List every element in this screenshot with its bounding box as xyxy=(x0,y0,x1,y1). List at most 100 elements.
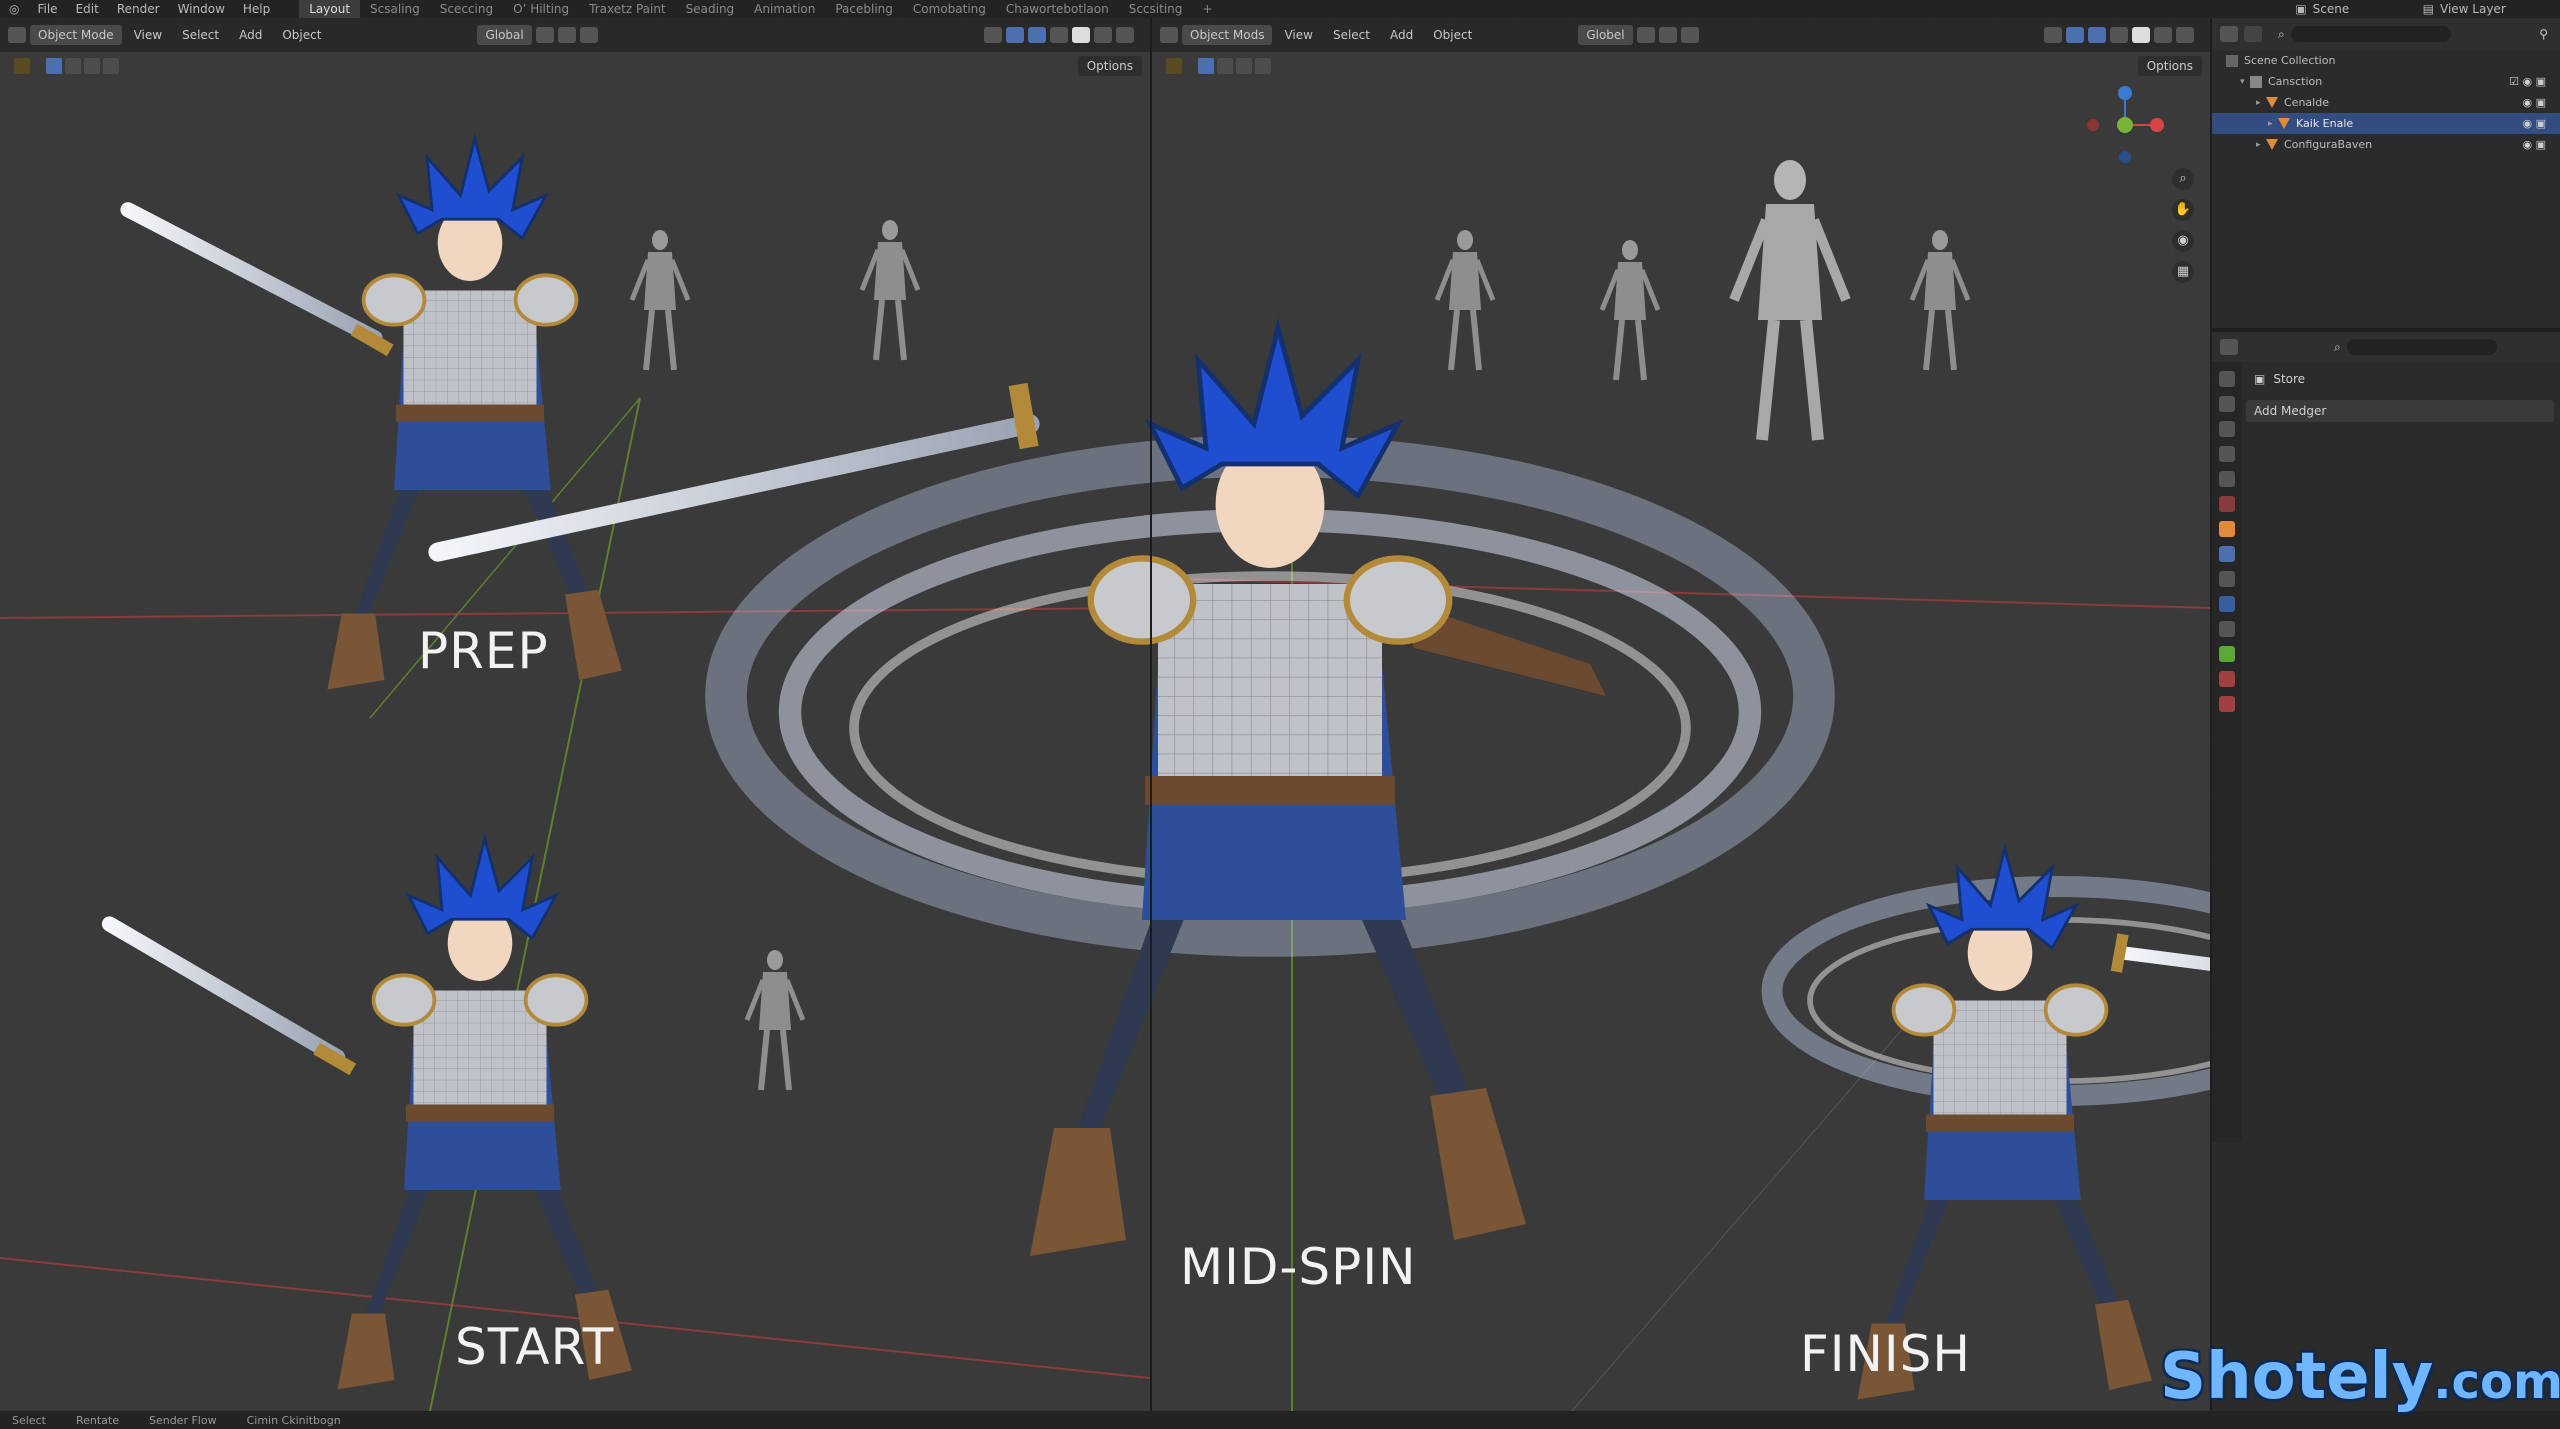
editor-type-icon[interactable] xyxy=(2220,339,2238,355)
gizmo-neg-z-axis[interactable] xyxy=(2119,151,2131,163)
object-tab-icon[interactable] xyxy=(2219,521,2235,537)
tab-workspace-9[interactable]: Comobating xyxy=(903,0,996,18)
select-extend-icon[interactable] xyxy=(65,58,81,74)
menu-object[interactable]: Object xyxy=(274,25,329,45)
texture-tab-icon[interactable] xyxy=(2219,696,2235,712)
menu-select[interactable]: Select xyxy=(1325,25,1378,45)
menu-view[interactable]: View xyxy=(126,25,170,45)
visibility-eye-icon[interactable]: ◉ ▣ xyxy=(2523,138,2547,151)
zoom-icon[interactable]: ⌕ xyxy=(2172,168,2194,190)
select-new-icon[interactable] xyxy=(1198,58,1214,74)
camera-icon[interactable]: ◉ xyxy=(2172,230,2194,252)
gizmo-neg-x-axis[interactable] xyxy=(2087,119,2099,131)
gizmo-toggle-icon[interactable] xyxy=(2066,27,2084,43)
visibility-eye-icon[interactable]: ◉ ▣ xyxy=(2523,96,2547,109)
mode-selector[interactable]: Object Mode xyxy=(30,25,122,45)
outliner-item[interactable]: ▸ ConfiguraBaven ◉ ▣ xyxy=(2212,134,2560,155)
scene-selector[interactable]: Scene xyxy=(2313,2,2423,16)
select-intersect-icon[interactable] xyxy=(103,58,119,74)
editor-type-icon[interactable] xyxy=(1160,27,1178,43)
pivot-icon[interactable] xyxy=(1636,27,1655,43)
material-tab-icon[interactable] xyxy=(2219,671,2235,687)
proportional-icon[interactable] xyxy=(1680,27,1699,43)
overlay-toggle-icon[interactable] xyxy=(1028,27,1046,43)
tab-workspace-5[interactable]: Traxetz Paint xyxy=(579,0,675,18)
select-extend-icon[interactable] xyxy=(1217,58,1233,74)
select-new-icon[interactable] xyxy=(46,58,62,74)
expand-arrow-icon[interactable]: ▸ xyxy=(2256,140,2266,150)
gizmo-y-axis[interactable] xyxy=(2117,117,2133,133)
proportional-icon[interactable] xyxy=(579,27,598,43)
search-icon[interactable]: ⌕ xyxy=(2278,27,2285,42)
snap-icon[interactable] xyxy=(1658,27,1677,43)
xray-icon[interactable] xyxy=(2110,27,2128,43)
editor-type-icon[interactable] xyxy=(8,27,26,43)
gizmo-toggle-icon[interactable] xyxy=(1006,27,1024,43)
options-button[interactable]: Options xyxy=(1077,56,1142,76)
visibility-eye-icon[interactable]: ☑ ◉ ▣ xyxy=(2509,75,2546,88)
gizmo-z-axis[interactable] xyxy=(2118,86,2132,100)
menu-add[interactable]: Add xyxy=(231,25,270,45)
world-tab-icon[interactable] xyxy=(2219,496,2235,512)
options-button[interactable]: Options xyxy=(2137,56,2202,76)
tab-workspace-10[interactable]: Chawortebotlaon xyxy=(996,0,1119,18)
visibility-icon[interactable] xyxy=(2044,27,2062,43)
filter-icon[interactable]: ⚲ xyxy=(2539,27,2548,41)
view-layer-tab-icon[interactable] xyxy=(2219,446,2235,462)
scene-tab-icon[interactable] xyxy=(2219,471,2235,487)
pivot-icon[interactable] xyxy=(535,27,554,43)
menu-edit[interactable]: Edit xyxy=(67,0,108,18)
menu-render[interactable]: Render xyxy=(108,0,169,18)
grid-view-icon[interactable]: ▦ xyxy=(2172,261,2194,283)
shading-material-icon[interactable] xyxy=(1094,27,1112,43)
menu-help[interactable]: Help xyxy=(234,0,279,18)
shading-rendered-icon[interactable] xyxy=(2176,27,2194,43)
viewport-right[interactable]: Object Mods View Select Add Object Globe… xyxy=(1152,18,2210,1411)
constraints-tab-icon[interactable] xyxy=(2219,621,2235,637)
tab-workspace-8[interactable]: Pacebling xyxy=(825,0,903,18)
menu-object[interactable]: Object xyxy=(1425,25,1480,45)
viewport-left[interactable]: Object Mode View Select Add Object Globa… xyxy=(0,18,1150,1411)
visibility-icon[interactable] xyxy=(984,27,1002,43)
select-subtract-icon[interactable] xyxy=(84,58,100,74)
tab-layout[interactable]: Layout xyxy=(299,0,361,18)
tool-icon[interactable] xyxy=(1166,58,1182,74)
properties-search-input[interactable] xyxy=(2346,339,2497,355)
outliner-scene-collection[interactable]: Scene Collection xyxy=(2212,50,2560,71)
object-name-field[interactable]: ▣ Store xyxy=(2246,368,2554,390)
transform-orientation[interactable]: Global xyxy=(477,25,532,45)
menu-window[interactable]: Window xyxy=(169,0,234,18)
tab-workspace-3[interactable]: Sceccing xyxy=(430,0,503,18)
select-subtract-icon[interactable] xyxy=(1236,58,1252,74)
shading-solid-icon[interactable] xyxy=(2132,27,2150,43)
menu-add[interactable]: Add xyxy=(1382,25,1421,45)
shading-rendered-icon[interactable] xyxy=(1116,27,1134,43)
snap-icon[interactable] xyxy=(557,27,576,43)
view-layer-selector[interactable]: View Layer xyxy=(2440,2,2560,16)
outliner-item[interactable]: ▸ Cenalde ◉ ▣ xyxy=(2212,92,2560,113)
mode-selector[interactable]: Object Mods xyxy=(1182,25,1273,45)
editor-type-icon[interactable] xyxy=(2220,26,2238,42)
outliner-collection[interactable]: ▾ Cansction ☑ ◉ ▣ xyxy=(2212,71,2560,92)
expand-arrow-icon[interactable]: ▸ xyxy=(2256,98,2266,108)
search-icon[interactable]: ⌕ xyxy=(2334,340,2341,355)
tool-icon[interactable] xyxy=(14,58,30,74)
shading-material-icon[interactable] xyxy=(2154,27,2172,43)
tab-workspace-2[interactable]: Scsaling xyxy=(360,0,430,18)
tab-animation[interactable]: Animation xyxy=(744,0,825,18)
tab-workspace-11[interactable]: Sccsiting xyxy=(1119,0,1193,18)
gizmo-x-axis[interactable] xyxy=(2150,118,2164,132)
add-modifier-button[interactable]: Add Medger xyxy=(2246,400,2554,422)
select-intersect-icon[interactable] xyxy=(1255,58,1271,74)
outliner-item-selected[interactable]: ▸ Kaik Enale ◉ ▣ xyxy=(2212,113,2560,134)
add-workspace-button[interactable]: + xyxy=(1192,0,1222,18)
expand-arrow-icon[interactable]: ▾ xyxy=(2240,77,2250,87)
xray-icon[interactable] xyxy=(1050,27,1068,43)
tab-workspace-6[interactable]: Seading xyxy=(676,0,745,18)
navigation-gizmo[interactable] xyxy=(2085,85,2165,165)
output-tab-icon[interactable] xyxy=(2219,421,2235,437)
outliner-search-input[interactable] xyxy=(2290,26,2451,42)
overlay-toggle-icon[interactable] xyxy=(2088,27,2106,43)
visibility-eye-icon[interactable]: ◉ ▣ xyxy=(2523,117,2547,130)
particles-tab-icon[interactable] xyxy=(2219,571,2235,587)
